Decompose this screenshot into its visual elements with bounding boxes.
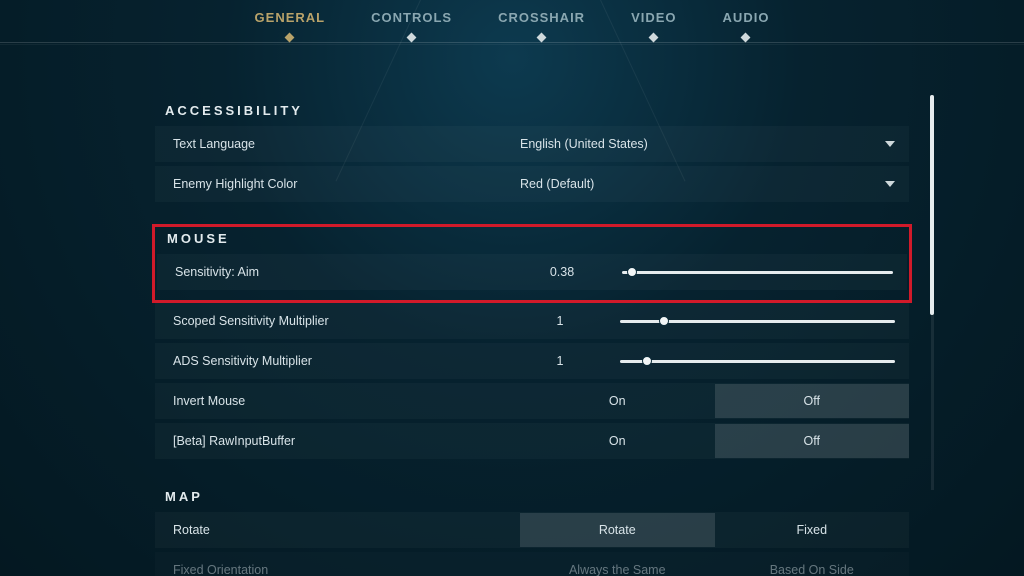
toggle-on[interactable]: On [520, 424, 715, 458]
settings-tabs: GENERAL CONTROLS CROSSHAIR VIDEO AUDIO [0, 0, 1024, 41]
toggle-off[interactable]: Off [715, 424, 910, 458]
tab-audio[interactable]: AUDIO [723, 10, 770, 41]
label-text-language: Text Language [155, 137, 520, 151]
value-ads[interactable]: 1 [520, 354, 600, 368]
row-rotate: Rotate Rotate Fixed [155, 512, 909, 548]
row-fixed-orientation: Fixed Orientation Always the Same Based … [155, 552, 909, 576]
diamond-icon [649, 33, 659, 43]
row-invert-mouse: Invert Mouse On Off [155, 383, 909, 419]
section-accessibility-title: ACCESSIBILITY [165, 103, 909, 118]
label-enemy-highlight: Enemy Highlight Color [155, 177, 520, 191]
toggle-on[interactable]: On [520, 384, 715, 418]
label-invert: Invert Mouse [155, 394, 520, 408]
toggle-fixed-orientation: Always the Same Based On Side [520, 553, 909, 576]
toggle-off[interactable]: Off [715, 384, 910, 418]
chevron-down-icon [885, 181, 895, 187]
diamond-icon [285, 33, 295, 43]
slider-thumb[interactable] [659, 316, 669, 326]
slider-track [622, 271, 893, 274]
tab-video[interactable]: VIDEO [631, 10, 676, 41]
toggle-rotate-opt[interactable]: Rotate [520, 513, 715, 547]
diamond-icon [741, 33, 751, 43]
scrollbar[interactable] [931, 95, 934, 490]
section-map-title: MAP [165, 489, 909, 504]
highlight-box: MOUSE Sensitivity: Aim 0.38 [152, 224, 912, 303]
label-fixed-orientation: Fixed Orientation [155, 563, 520, 576]
label-scoped: Scoped Sensitivity Multiplier [155, 314, 520, 328]
settings-panel: ACCESSIBILITY Text Language English (Uni… [155, 95, 909, 576]
slider-thumb[interactable] [642, 356, 652, 366]
row-ads-sensitivity: ADS Sensitivity Multiplier 1 [155, 343, 909, 379]
toggle-based-on-side[interactable]: Based On Side [715, 553, 910, 576]
tab-controls[interactable]: CONTROLS [371, 10, 452, 41]
value-scoped[interactable]: 1 [520, 314, 600, 328]
tab-underline [0, 42, 1024, 43]
toggle-rotate: Rotate Fixed [520, 513, 909, 547]
row-sensitivity-aim: Sensitivity: Aim 0.38 [157, 254, 907, 290]
slider-scoped[interactable] [620, 313, 895, 329]
diamond-icon [537, 33, 547, 43]
section-mouse-title: MOUSE [167, 231, 907, 246]
dropdown-value: English (United States) [520, 137, 648, 151]
toggle-invert-mouse: On Off [520, 384, 909, 418]
diamond-icon [407, 33, 417, 43]
tab-label: CROSSHAIR [498, 10, 585, 25]
row-enemy-highlight: Enemy Highlight Color Red (Default) [155, 166, 909, 202]
tab-crosshair[interactable]: CROSSHAIR [498, 10, 585, 41]
tab-underline [0, 44, 1024, 45]
dropdown-text-language[interactable]: English (United States) [520, 137, 909, 151]
toggle-raw-input: On Off [520, 424, 909, 458]
slider-ads[interactable] [620, 353, 895, 369]
label-rotate: Rotate [155, 523, 520, 537]
toggle-always-same[interactable]: Always the Same [520, 553, 715, 576]
row-scoped-sensitivity: Scoped Sensitivity Multiplier 1 [155, 303, 909, 339]
dropdown-value: Red (Default) [520, 177, 594, 191]
tab-label: AUDIO [723, 10, 770, 25]
toggle-fixed-opt[interactable]: Fixed [715, 513, 910, 547]
slider-thumb[interactable] [627, 267, 637, 277]
slider-sensitivity[interactable] [622, 264, 893, 280]
row-raw-input: [Beta] RawInputBuffer On Off [155, 423, 909, 459]
label-ads: ADS Sensitivity Multiplier [155, 354, 520, 368]
tab-label: GENERAL [255, 10, 326, 25]
dropdown-enemy-highlight[interactable]: Red (Default) [520, 177, 909, 191]
label-raw-input: [Beta] RawInputBuffer [155, 434, 520, 448]
chevron-down-icon [885, 141, 895, 147]
row-text-language: Text Language English (United States) [155, 126, 909, 162]
tab-label: CONTROLS [371, 10, 452, 25]
value-sensitivity[interactable]: 0.38 [522, 265, 602, 279]
tab-general[interactable]: GENERAL [255, 10, 326, 41]
slider-track [620, 360, 895, 363]
label-sensitivity: Sensitivity: Aim [157, 265, 522, 279]
tab-label: VIDEO [631, 10, 676, 25]
